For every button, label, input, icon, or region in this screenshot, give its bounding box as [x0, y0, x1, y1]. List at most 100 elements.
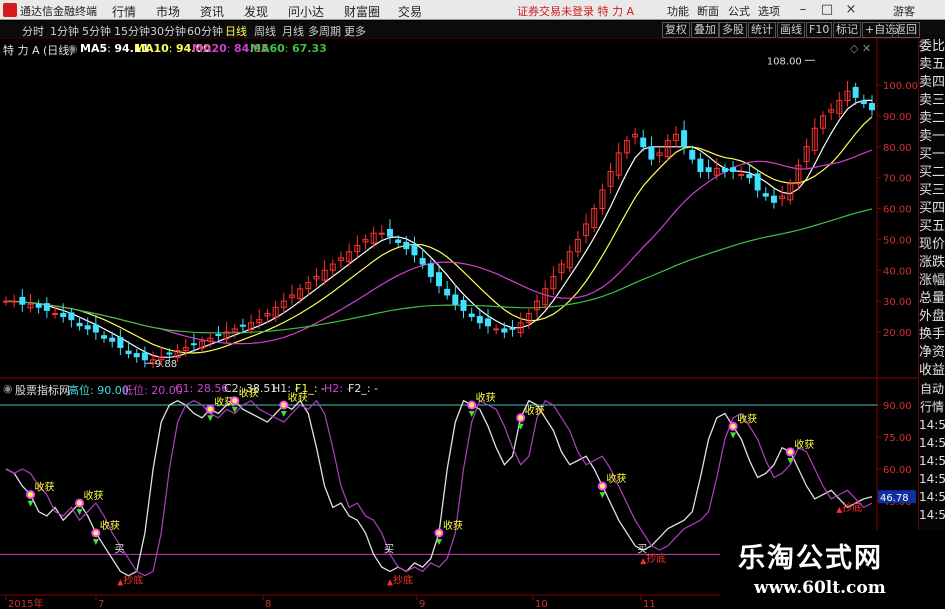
candle-body [558, 263, 565, 274]
menu-options[interactable]: 选项 [758, 3, 780, 19]
side-item[interactable]: 14:50 [919, 506, 945, 524]
take-profit-dot-core [469, 402, 475, 408]
side-item[interactable]: 委比 [919, 38, 945, 56]
period-5min[interactable]: 5分钟 [82, 23, 111, 39]
period-60min[interactable]: 60分钟 [187, 23, 223, 39]
stats-button[interactable]: 统计 [748, 22, 776, 38]
indicator-name[interactable]: 股票指标网 [15, 382, 70, 398]
down-arrow-icon [231, 406, 238, 413]
candle-body [190, 343, 197, 346]
menu-ask[interactable]: 问小达 [288, 3, 324, 20]
maximize-icon[interactable]: □ [815, 0, 839, 20]
menu-function[interactable]: 功能 [667, 3, 689, 19]
side-item[interactable]: 买五 [919, 218, 945, 236]
x-tick-label: 2015年 [8, 597, 43, 609]
candle-body [419, 258, 426, 265]
side-item[interactable]: 14:50 [919, 452, 945, 470]
buy-label: 买 [637, 543, 647, 555]
period-monthly[interactable]: 月线 [282, 23, 304, 39]
period-daily[interactable]: 日线 [225, 23, 247, 39]
side-item[interactable]: 买二 [919, 164, 945, 182]
side-item[interactable]: 涨幅 [919, 272, 945, 290]
period-15min[interactable]: 15分钟 [114, 23, 150, 39]
param-c1: C1: 28.56 [175, 382, 229, 395]
ind-tick-label: 75.00 [883, 433, 912, 444]
candle-body [681, 130, 688, 148]
x-tick-label: 11 [643, 599, 656, 609]
side-item[interactable]: 卖三 [919, 92, 945, 110]
draw-button[interactable]: 画线 [777, 22, 805, 38]
app-logo-icon [3, 3, 17, 17]
period-1min[interactable]: 1分钟 [50, 23, 79, 39]
up-arrow-icon [640, 558, 647, 565]
f10-button[interactable]: F10 [806, 22, 833, 38]
take-profit-dot-core [787, 449, 793, 455]
take-profit-dot [597, 481, 607, 491]
candle-body [264, 312, 271, 317]
price-tick-label: 60.00 [883, 205, 912, 216]
period-timeshare[interactable]: 分时 [22, 23, 44, 39]
candle-body [607, 170, 614, 187]
chart-canvas: 收获收获收获收获收获 收获收获收获收获收获收获收获抄底 抄底抄底抄底买买买 100.… [0, 38, 918, 609]
chart-settings-icon[interactable]: ◇ ✕ [850, 42, 871, 55]
indicator-settings-icon[interactable]: ◉ [3, 382, 13, 395]
menu-section[interactable]: 断面 [697, 3, 719, 19]
side-item[interactable]: 14:50 [919, 470, 945, 488]
overlay-button[interactable]: 叠加 [691, 22, 719, 38]
menu-discover[interactable]: 发现 [244, 3, 268, 20]
side-item[interactable]: 买三 [919, 182, 945, 200]
side-item[interactable]: 14:50 [919, 488, 945, 506]
take-profit-label: 收获 [214, 395, 234, 408]
period-multi[interactable]: 多周期 [308, 23, 341, 39]
guest-user[interactable]: 游客 [893, 3, 915, 19]
side-item[interactable]: 涨跌 [919, 254, 945, 272]
side-item[interactable]: 行情 [919, 398, 945, 416]
side-item[interactable]: 换手 [919, 326, 945, 344]
candle-body [109, 337, 116, 342]
side-item[interactable]: 14:50 [919, 416, 945, 434]
down-arrow-icon [76, 509, 83, 516]
side-item[interactable]: 买四 [919, 200, 945, 218]
back-button[interactable]: 返回 [892, 22, 920, 38]
mark-button[interactable]: 标记 [833, 22, 861, 38]
side-item[interactable]: 总量 [919, 290, 945, 308]
side-item[interactable]: 现价 [919, 236, 945, 254]
candle-body [395, 239, 402, 243]
side-item[interactable]: 收益 [919, 362, 945, 380]
menu-trade[interactable]: 交易 [398, 3, 422, 20]
candle-body [378, 232, 385, 235]
side-item[interactable]: 买一 [919, 146, 945, 164]
login-warning[interactable]: 证券交易未登录 特 力 A [517, 3, 634, 19]
period-30min[interactable]: 30分钟 [150, 23, 186, 39]
candle-body [721, 167, 728, 172]
close-icon[interactable]: × [839, 0, 863, 20]
candle-body [182, 346, 189, 352]
candle-body [468, 313, 475, 318]
side-item[interactable]: 外盘 [919, 308, 945, 326]
side-item[interactable]: 净资 [919, 344, 945, 362]
menu-formula[interactable]: 公式 [728, 3, 750, 19]
current-value-box [878, 490, 916, 504]
side-item[interactable]: 卖四 [919, 74, 945, 92]
stock-label[interactable]: 特 力 A (日线) [3, 42, 74, 58]
candle-body [288, 294, 295, 298]
side-item[interactable]: 卖一 [919, 128, 945, 146]
candle-body [819, 115, 826, 129]
menu-wealth[interactable]: 财富圈 [344, 3, 380, 20]
period-toolbar: 分时 1分钟 5分钟 15分钟 30分钟 60分钟 日线 周线 月线 多周期 更… [0, 21, 945, 39]
settings-icon[interactable]: ◉ [68, 42, 78, 55]
side-item[interactable]: 卖二 [919, 110, 945, 128]
menu-market[interactable]: 市场 [156, 3, 180, 20]
menu-news[interactable]: 资讯 [200, 3, 224, 20]
side-item[interactable]: 14:50 [919, 434, 945, 452]
side-item[interactable]: 自动 [919, 380, 945, 398]
adjust-button[interactable]: 复权 [662, 22, 690, 38]
candle-body [525, 312, 532, 324]
minimize-icon[interactable]: – [791, 0, 815, 20]
multi-stock-button[interactable]: 多股 [719, 22, 747, 38]
period-more[interactable]: 更多 [344, 23, 366, 39]
down-arrow-icon [599, 492, 606, 499]
side-item[interactable]: 卖五 [919, 56, 945, 74]
period-weekly[interactable]: 周线 [254, 23, 276, 39]
menu-market-quotes[interactable]: 行情 [112, 3, 136, 20]
